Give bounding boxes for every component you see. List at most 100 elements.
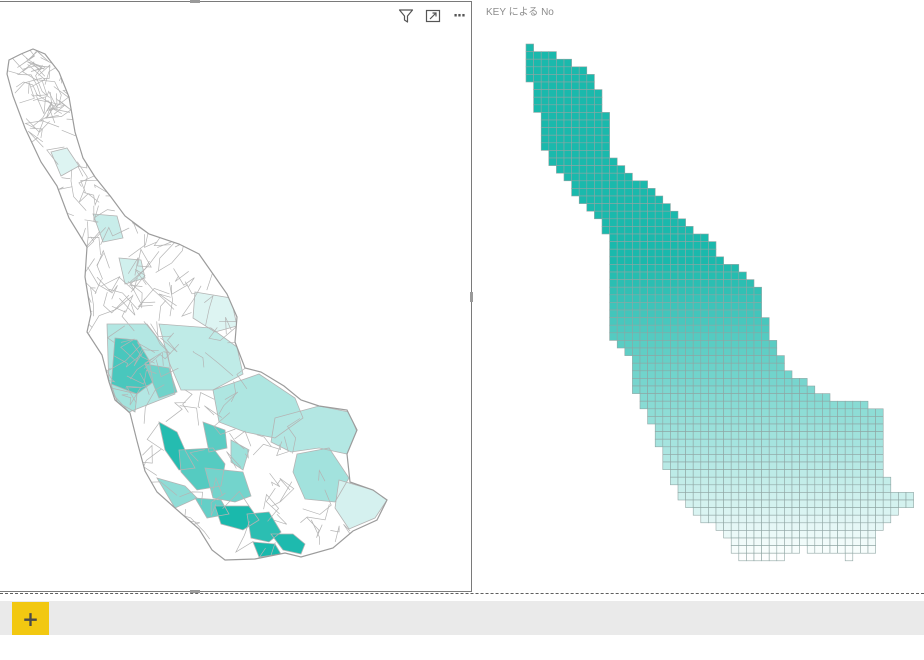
- grid-cell[interactable]: [753, 324, 762, 334]
- grid-cell[interactable]: [753, 499, 762, 508]
- grid-cell[interactable]: [738, 507, 747, 516]
- grid-cell[interactable]: [670, 461, 679, 470]
- grid-cell[interactable]: [632, 294, 641, 303]
- grid-cell[interactable]: [685, 256, 694, 265]
- grid-cell[interactable]: [708, 248, 717, 258]
- grid-cell[interactable]: [556, 66, 565, 75]
- grid-cell[interactable]: [791, 393, 800, 402]
- grid-cell[interactable]: [540, 142, 550, 151]
- grid-cell[interactable]: [533, 104, 542, 113]
- grid-cell[interactable]: [890, 492, 899, 501]
- grid-cell[interactable]: [571, 89, 580, 98]
- grid-cell[interactable]: [746, 279, 755, 288]
- grid-cell[interactable]: [822, 476, 831, 486]
- grid-cell[interactable]: [806, 400, 816, 410]
- grid-cell[interactable]: [791, 385, 800, 394]
- grid-cell[interactable]: [738, 530, 747, 539]
- grid-cell[interactable]: [875, 454, 884, 463]
- grid-cell[interactable]: [715, 438, 724, 448]
- grid-cell[interactable]: [647, 355, 656, 364]
- grid-cell[interactable]: [723, 514, 732, 524]
- grid-cell[interactable]: [875, 469, 884, 478]
- grid-cell[interactable]: [791, 378, 800, 387]
- grid-cell[interactable]: [639, 355, 648, 364]
- grid-cell[interactable]: [730, 530, 740, 539]
- grid-cell[interactable]: [814, 393, 823, 402]
- grid-cell[interactable]: [746, 545, 755, 554]
- grid-cell[interactable]: [822, 438, 831, 448]
- grid-cell[interactable]: [700, 241, 709, 250]
- grid-cell[interactable]: [647, 324, 656, 334]
- grid-cell[interactable]: [654, 400, 664, 410]
- grid-cell[interactable]: [898, 492, 907, 501]
- grid-cell[interactable]: [700, 484, 709, 493]
- grid-cell[interactable]: [685, 476, 694, 486]
- grid-cell[interactable]: [753, 484, 762, 493]
- ward-region[interactable]: [93, 214, 123, 242]
- grid-cell[interactable]: [692, 279, 702, 288]
- grid-cell[interactable]: [639, 256, 648, 265]
- grid-cell[interactable]: [738, 340, 747, 349]
- grid-cell[interactable]: [791, 431, 800, 440]
- grid-cell[interactable]: [761, 438, 770, 448]
- grid-cell[interactable]: [723, 522, 732, 531]
- grid-cell[interactable]: [647, 340, 656, 349]
- grid-cell[interactable]: [799, 484, 808, 493]
- grid-cell[interactable]: [586, 74, 595, 83]
- grid-cell[interactable]: [844, 507, 854, 516]
- grid-cell[interactable]: [677, 431, 686, 440]
- grid-cell[interactable]: [730, 484, 740, 493]
- grid-tile-map[interactable]: [476, 0, 924, 594]
- grid-cell[interactable]: [609, 302, 618, 311]
- grid-cell[interactable]: [837, 507, 846, 516]
- grid-cell[interactable]: [677, 378, 686, 387]
- grid-cell[interactable]: [685, 423, 694, 432]
- grid-cell[interactable]: [708, 400, 717, 410]
- grid-cell[interactable]: [647, 378, 656, 387]
- grid-cell[interactable]: [708, 324, 717, 334]
- grid-cell[interactable]: [852, 454, 861, 463]
- grid-cell[interactable]: [533, 66, 542, 75]
- grid-cell[interactable]: [662, 362, 671, 372]
- grid-cell[interactable]: [677, 416, 686, 425]
- grid-cell[interactable]: [806, 385, 816, 394]
- grid-cell[interactable]: [662, 355, 671, 364]
- grid-cell[interactable]: [525, 43, 534, 52]
- grid-cell[interactable]: [677, 469, 686, 478]
- grid-cell[interactable]: [715, 400, 724, 410]
- grid-cell[interactable]: [730, 545, 740, 554]
- grid-cell[interactable]: [776, 362, 785, 372]
- grid-cell[interactable]: [746, 408, 755, 417]
- grid-cell[interactable]: [730, 378, 740, 387]
- grid-cell[interactable]: [647, 309, 656, 318]
- grid-cell[interactable]: [784, 522, 793, 531]
- grid-cell[interactable]: [738, 552, 747, 562]
- grid-cell[interactable]: [639, 370, 648, 379]
- grid-cell[interactable]: [746, 537, 755, 546]
- grid-cell[interactable]: [670, 317, 679, 326]
- grid-cell[interactable]: [632, 324, 641, 334]
- grid-cell[interactable]: [746, 499, 755, 508]
- grid-cell[interactable]: [563, 89, 572, 98]
- grid-cell[interactable]: [738, 476, 747, 486]
- grid-cell[interactable]: [768, 393, 778, 402]
- grid-cell[interactable]: [746, 461, 755, 470]
- grid-cell[interactable]: [647, 188, 656, 197]
- grid-cell[interactable]: [746, 400, 755, 410]
- grid-cell[interactable]: [715, 378, 724, 387]
- grid-cell[interactable]: [837, 408, 846, 417]
- grid-cell[interactable]: [723, 438, 732, 448]
- grid-cell[interactable]: [708, 416, 717, 425]
- grid-cell[interactable]: [692, 507, 702, 516]
- grid-cell[interactable]: [563, 74, 572, 83]
- grid-cell[interactable]: [540, 112, 550, 121]
- grid-cell[interactable]: [791, 469, 800, 478]
- grid-cell[interactable]: [768, 545, 778, 554]
- grid-cell[interactable]: [746, 431, 755, 440]
- grid-cell[interactable]: [677, 355, 686, 364]
- grid-cell[interactable]: [708, 271, 717, 280]
- grid-cell[interactable]: [753, 545, 762, 554]
- grid-cell[interactable]: [601, 195, 610, 204]
- grid-cell[interactable]: [814, 454, 823, 463]
- grid-cell[interactable]: [776, 431, 785, 440]
